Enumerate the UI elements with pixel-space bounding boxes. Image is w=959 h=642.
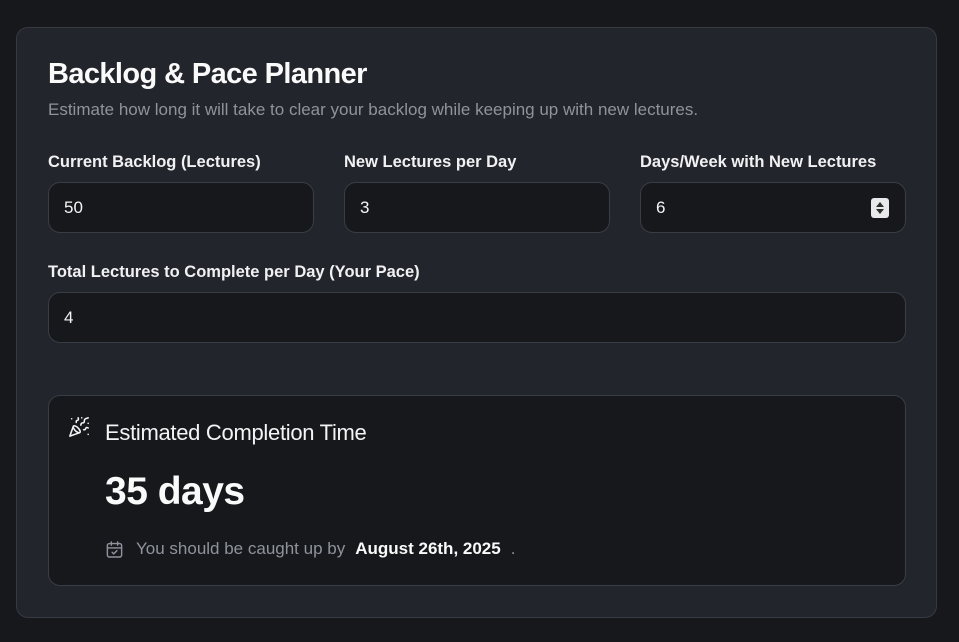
backlog-input[interactable]: 50 <box>48 182 314 233</box>
result-caught-up-line: You should be caught up by August 26th, … <box>105 539 515 559</box>
pace-input[interactable]: 4 <box>48 292 906 343</box>
number-stepper[interactable] <box>871 197 889 218</box>
days-per-week-label: Days/Week with New Lectures <box>640 153 877 171</box>
days-per-week-input[interactable]: 6 <box>640 182 906 233</box>
days-per-week-value: 6 <box>656 197 666 217</box>
result-title: Estimated Completion Time <box>105 420 367 445</box>
page-title: Backlog & Pace Planner <box>48 58 367 90</box>
stepper-up-icon[interactable] <box>876 201 884 207</box>
result-line-suffix: . <box>510 539 516 558</box>
stepper-down-icon[interactable] <box>876 208 884 214</box>
result-date: August 26th, 2025 <box>355 539 501 558</box>
result-line-prefix: You should be caught up by <box>136 539 346 558</box>
planner-card: Backlog & Pace Planner Estimate how long… <box>16 27 937 618</box>
backlog-value: 50 <box>64 197 83 217</box>
pace-label: Total Lectures to Complete per Day (Your… <box>48 263 420 281</box>
backlog-label: Current Backlog (Lectures) <box>48 153 261 171</box>
new-lectures-per-day-input[interactable]: 3 <box>344 182 610 233</box>
pace-value: 4 <box>64 307 74 327</box>
calendar-check-icon <box>106 540 123 558</box>
party-popper-icon <box>69 417 89 437</box>
new-lectures-per-day-label: New Lectures per Day <box>344 153 517 171</box>
result-value: 35 days <box>105 470 245 513</box>
result-panel: Estimated Completion Time 35 days You sh… <box>48 395 906 586</box>
new-lectures-per-day-value: 3 <box>360 197 370 217</box>
page-subtitle: Estimate how long it will take to clear … <box>48 100 699 119</box>
